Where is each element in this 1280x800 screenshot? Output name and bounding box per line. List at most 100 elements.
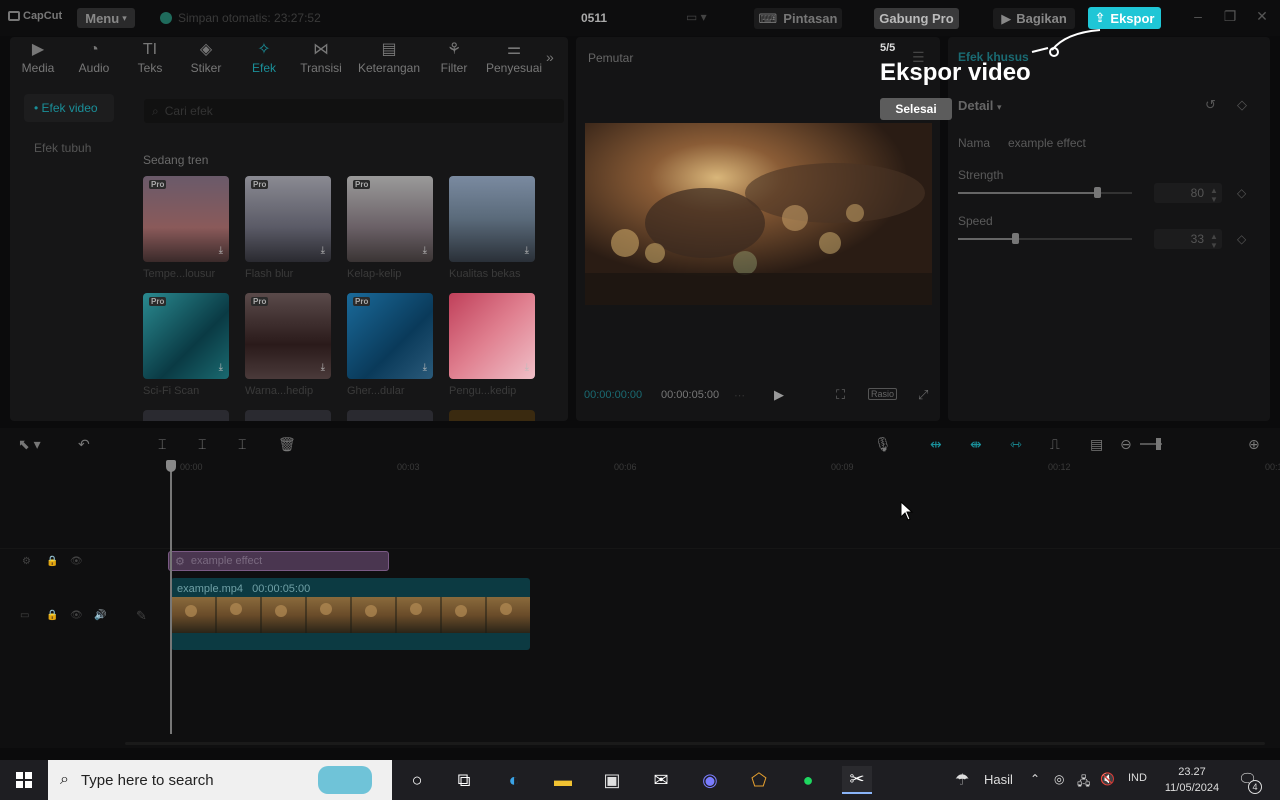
tab-media[interactable]: ▶ Media bbox=[10, 39, 66, 75]
playhead-handle[interactable] bbox=[166, 460, 176, 472]
speed-slider[interactable] bbox=[958, 233, 1132, 244]
strength-slider[interactable] bbox=[958, 187, 1132, 198]
split-icon[interactable]: ⌶ bbox=[158, 436, 166, 453]
effect-card[interactable]: Pro ⤓ Gher...dular bbox=[347, 293, 433, 397]
keyframe-icon[interactable]: ◇ bbox=[1237, 97, 1247, 113]
effect-thumbnail-partial[interactable] bbox=[449, 410, 535, 421]
split-right-icon[interactable]: ⌶ bbox=[238, 436, 246, 453]
effect-card[interactable]: Pro ⤓ Tempe...lousur bbox=[143, 176, 229, 280]
taskbar-search-input[interactable]: ⌕ Type here to search bbox=[48, 760, 392, 800]
effect-thumbnail[interactable]: Pro ⤓ bbox=[245, 293, 331, 379]
tab-stiker[interactable]: ◈ Stiker bbox=[178, 39, 234, 75]
fit-view-icon[interactable]: ⛶ bbox=[836, 387, 845, 403]
linkage-icon[interactable]: ⇿ bbox=[1010, 436, 1022, 453]
effect-thumbnail[interactable]: ⤓ bbox=[449, 293, 535, 379]
tab-teks[interactable]: TI Teks bbox=[122, 39, 178, 75]
tab-filter[interactable]: ⚘ Filter bbox=[426, 39, 482, 75]
fullscreen-icon[interactable]: ⤢ bbox=[918, 387, 928, 403]
effect-card[interactable]: Pro ⤓ Sci-Fi Scan bbox=[143, 293, 229, 397]
speed-stepper-icon[interactable]: ▲ ▼ bbox=[1210, 232, 1218, 250]
ratio-button[interactable]: Rasio bbox=[868, 388, 898, 400]
download-icon[interactable]: ⤓ bbox=[219, 362, 223, 373]
effect-card[interactable]: Pro ⤓ Warna...hedip bbox=[245, 293, 331, 397]
main-track-magnet-icon[interactable]: ⇹ bbox=[930, 436, 942, 453]
effect-thumbnail-partial[interactable] bbox=[347, 410, 433, 421]
photos-app-icon[interactable]: ⬠ bbox=[744, 766, 774, 794]
video-preview[interactable] bbox=[585, 123, 932, 305]
file-explorer-icon[interactable]: ▬ bbox=[548, 766, 578, 794]
select-tool-icon[interactable]: ⬉ ▾ bbox=[18, 436, 41, 453]
download-icon[interactable]: ⤓ bbox=[423, 245, 427, 256]
microphone-icon[interactable]: 🎙 bbox=[874, 436, 892, 453]
input-language[interactable]: IND bbox=[1128, 772, 1147, 784]
tab-transisi[interactable]: ⋈ Transisi bbox=[293, 39, 349, 75]
reset-icon[interactable]: ↺ bbox=[1205, 97, 1216, 113]
firefox-icon[interactable]: ◉ bbox=[695, 766, 725, 794]
camera-icon[interactable]: ◎ bbox=[1054, 772, 1064, 786]
effect-clip[interactable]: ⚙ example effect bbox=[168, 551, 389, 571]
cortana-icon[interactable]: ○ bbox=[402, 766, 432, 794]
effect-thumbnail[interactable]: Pro ⤓ bbox=[347, 293, 433, 379]
edit-cover-icon[interactable]: ✎ bbox=[136, 608, 147, 624]
video-clip[interactable]: example.mp4 00:00:05:00 bbox=[171, 578, 530, 650]
split-left-icon[interactable]: ⌶ bbox=[198, 436, 206, 453]
zoom-out-icon[interactable]: ⊖ bbox=[1120, 436, 1132, 453]
weather-label[interactable]: Hasil bbox=[984, 772, 1013, 787]
zoom-slider[interactable] bbox=[1140, 438, 1162, 450]
effect-thumbnail[interactable]: Pro ⤓ bbox=[143, 293, 229, 379]
weather-icon[interactable]: ☂ bbox=[955, 770, 969, 790]
minimize-icon[interactable]: – bbox=[1188, 8, 1208, 24]
download-icon[interactable]: ⤓ bbox=[219, 245, 223, 256]
tab-efek[interactable]: ✧ Efek bbox=[236, 39, 292, 75]
effect-thumbnail-partial[interactable] bbox=[143, 410, 229, 421]
export-button[interactable]: ⇪ Ekspor bbox=[1088, 7, 1161, 29]
time-ruler[interactable]: 00:00 00:03 00:06 00:09 00:12 00:15 bbox=[168, 462, 1280, 474]
speed-slider-handle[interactable] bbox=[1012, 233, 1020, 244]
undo-icon[interactable]: ↶ bbox=[78, 436, 90, 453]
menu-button[interactable]: Menu ▾ bbox=[77, 8, 135, 28]
category-body-effects[interactable]: Efek tubuh bbox=[24, 134, 114, 162]
effect-card[interactable]: ⤓ Pengu...kedip bbox=[449, 293, 535, 397]
lock-icon[interactable]: 🔒 bbox=[46, 610, 58, 621]
zoom-slider-handle[interactable] bbox=[1156, 438, 1161, 450]
close-icon[interactable]: ✕ bbox=[1252, 8, 1272, 25]
speaker-muted-icon[interactable]: 🔇 bbox=[1100, 772, 1115, 786]
effect-thumbnail[interactable]: Pro ⤓ bbox=[347, 176, 433, 262]
capcut-taskbar-icon[interactable]: ✂ bbox=[842, 766, 872, 794]
chevron-up-icon[interactable]: ⌃ bbox=[1030, 772, 1040, 786]
windows-start-icon[interactable] bbox=[9, 766, 39, 794]
strength-keyframe-icon[interactable]: ◇ bbox=[1237, 186, 1246, 200]
mail-icon[interactable]: ✉ bbox=[646, 766, 676, 794]
eye-icon[interactable]: 👁 bbox=[70, 610, 83, 621]
effect-thumbnail[interactable]: Pro ⤓ bbox=[245, 176, 331, 262]
system-clock[interactable]: 23.27 11/05/2024 bbox=[1162, 764, 1222, 796]
playhead[interactable] bbox=[170, 462, 172, 734]
audio-mute-icon[interactable]: 🔊 bbox=[94, 610, 106, 621]
download-icon[interactable]: ⤓ bbox=[525, 245, 529, 256]
tab-penyesuaian[interactable]: ⚌ Penyesuaian bbox=[486, 39, 542, 75]
strength-stepper-icon[interactable]: ▲ ▼ bbox=[1210, 186, 1218, 204]
eye-icon[interactable]: 👁 bbox=[70, 556, 83, 567]
download-icon[interactable]: ⤓ bbox=[423, 362, 427, 373]
chevrons-right-icon[interactable]: » bbox=[546, 49, 554, 65]
tab-audio[interactable]: ◔ Audio bbox=[66, 39, 122, 75]
lock-icon[interactable]: 🔒 bbox=[46, 556, 58, 567]
speed-keyframe-icon[interactable]: ◇ bbox=[1237, 232, 1246, 246]
layout-button[interactable]: ▭ ▾ bbox=[686, 10, 707, 24]
project-name[interactable]: 0511 bbox=[581, 11, 607, 25]
effect-card[interactable]: Pro ⤓ Flash blur bbox=[245, 176, 331, 280]
join-pro-button[interactable]: Gabung Pro bbox=[874, 8, 959, 29]
play-icon[interactable]: ▶ bbox=[774, 387, 784, 403]
delete-icon[interactable]: 🗑 bbox=[278, 436, 296, 453]
share-button[interactable]: ▶ Bagikan bbox=[993, 8, 1075, 29]
tab-keterangan[interactable]: ▤ Keterangan bbox=[354, 39, 424, 75]
spotify-icon[interactable]: ● bbox=[793, 766, 823, 794]
download-icon[interactable]: ⤓ bbox=[525, 362, 529, 373]
effect-thumbnail-partial[interactable] bbox=[245, 410, 331, 421]
download-icon[interactable]: ⤓ bbox=[321, 245, 325, 256]
timecode-mode-icon[interactable]: ⋯ bbox=[734, 389, 745, 402]
network-icon[interactable]: 🖧 bbox=[1077, 772, 1090, 793]
preview-axis-icon[interactable]: ⎍ bbox=[1050, 436, 1060, 453]
effect-thumbnail[interactable]: Pro ⤓ bbox=[143, 176, 229, 262]
microsoft-store-icon[interactable]: ▣ bbox=[597, 766, 627, 794]
